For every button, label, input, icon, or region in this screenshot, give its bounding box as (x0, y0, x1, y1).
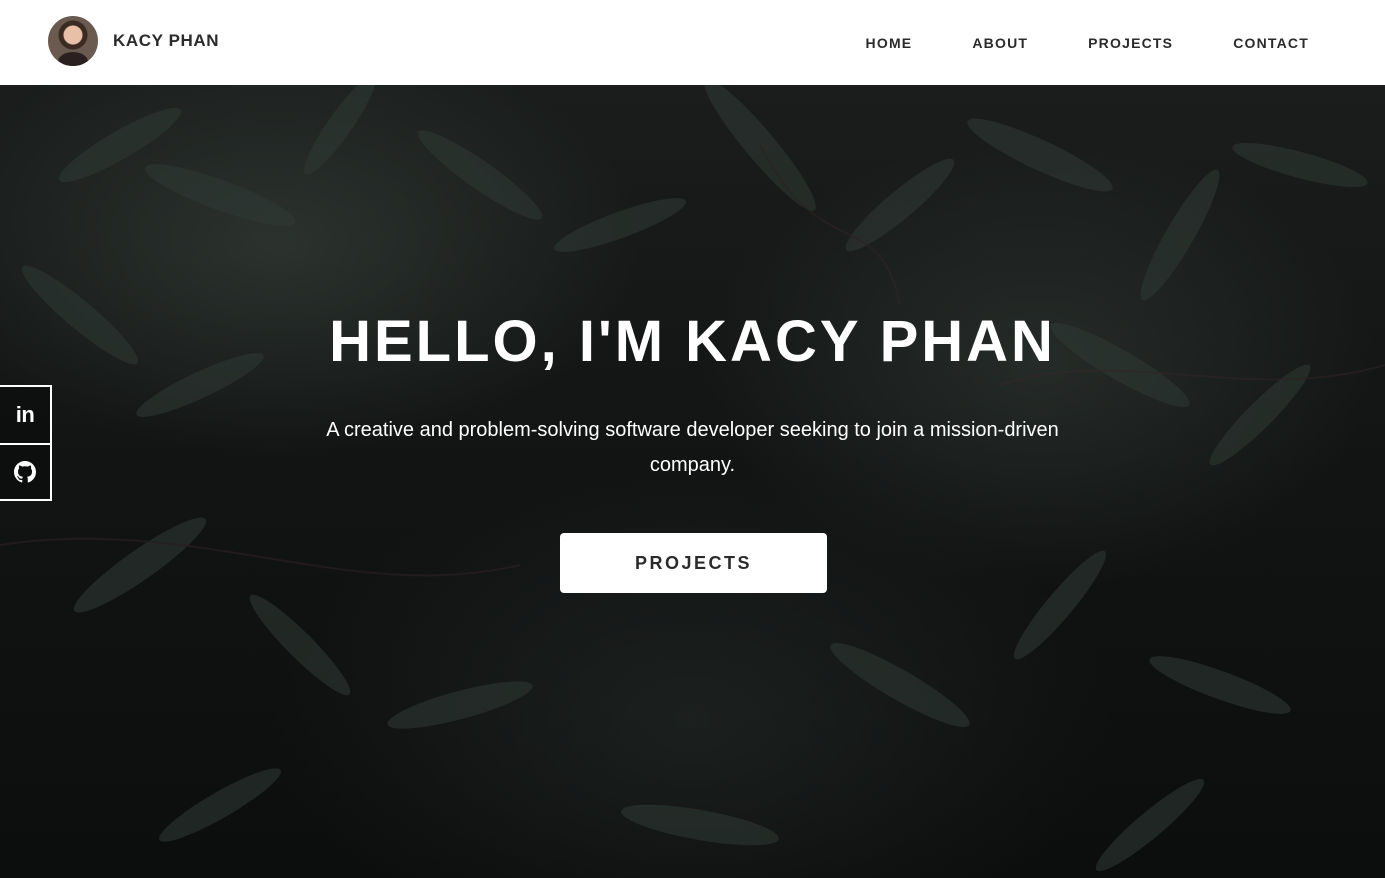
social-sidebar: in (0, 385, 52, 501)
linkedin-icon: in (15, 402, 35, 427)
hero-title: HELLO, I'M KACY PHAN (329, 309, 1056, 374)
hero-subtitle: A creative and problem-solving software … (326, 419, 1059, 476)
nav-item-projects[interactable]: PROJECTS (1088, 35, 1173, 51)
nav-item-about[interactable]: ABOUT (972, 35, 1028, 51)
nav-item-home[interactable]: HOME (866, 35, 913, 51)
nav-item-contact[interactable]: CONTACT (1233, 35, 1309, 51)
github-icon (14, 461, 36, 483)
avatar (48, 16, 98, 66)
brand[interactable]: KACY PHAN (48, 16, 219, 66)
linkedin-link[interactable]: in (0, 387, 50, 443)
projects-button[interactable]: PROJECTS (560, 533, 827, 593)
github-link[interactable] (0, 443, 50, 499)
site-header: KACY PHAN HOME ABOUT PROJECTS CONTACT (0, 0, 1385, 85)
hero-section: HELLO, I'M KACY PHAN A creative and prob… (0, 85, 1385, 878)
brand-name[interactable]: KACY PHAN (113, 31, 219, 51)
main-nav: HOME ABOUT PROJECTS CONTACT (866, 0, 1309, 85)
